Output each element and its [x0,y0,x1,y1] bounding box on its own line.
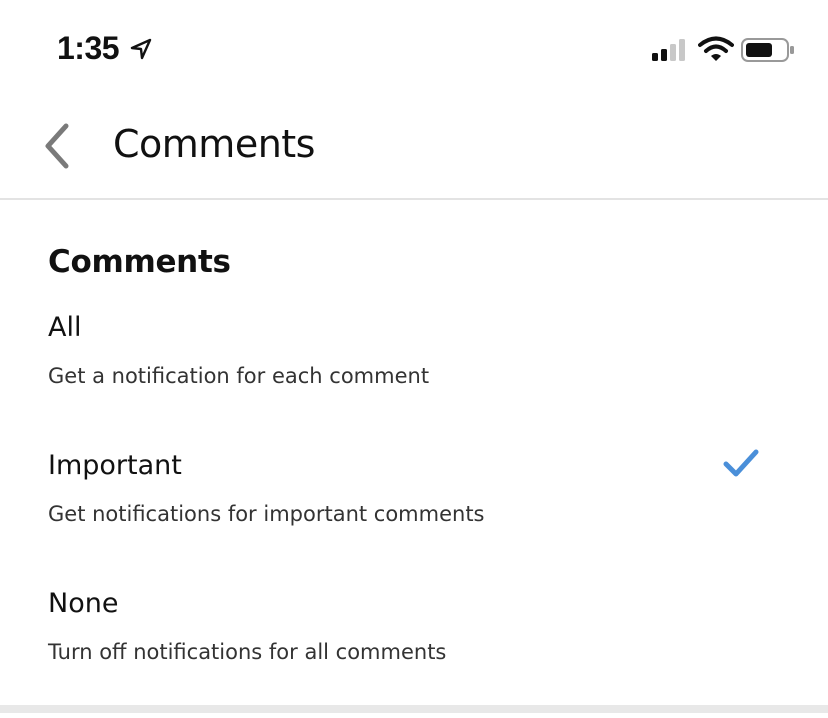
nav-bar: Comments [0,100,828,200]
page-title: Comments [113,122,315,166]
status-time: 1:35 [57,30,120,66]
signal-icon [652,39,685,61]
section-heading: Comments [48,244,231,280]
chevron-left-icon [45,123,69,169]
checkmark-icon [723,449,759,477]
option-all[interactable]: All Get a notification for each comment [0,312,828,442]
location-arrow-icon [130,38,152,60]
option-none[interactable]: None Turn off notifications for all comm… [0,588,828,718]
status-bar: 1:35 [0,0,828,100]
bottom-divider [0,705,828,713]
wifi-icon [698,36,734,61]
option-description: Get a notification for each comment [48,364,430,388]
option-title: All [48,312,82,343]
option-important[interactable]: Important Get notifications for importan… [0,449,828,580]
option-title: None [48,588,119,619]
option-description: Turn off notifications for all comments [48,640,447,664]
option-title: Important [48,450,182,481]
battery-icon [741,38,794,62]
back-button[interactable] [30,118,86,174]
option-description: Get notifications for important comments [48,502,485,526]
